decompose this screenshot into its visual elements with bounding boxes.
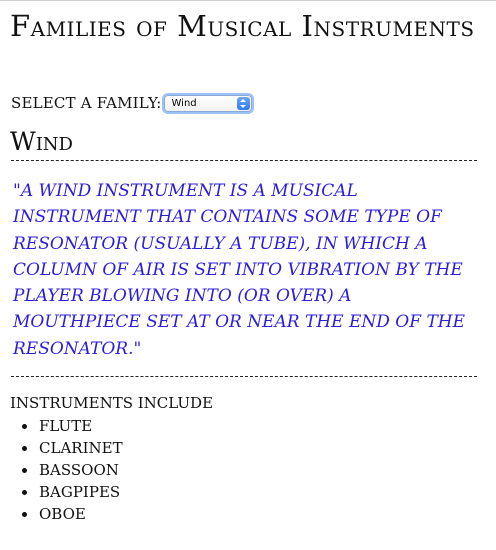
bullet-icon: [22, 511, 27, 517]
family-select[interactable]: Wind: [163, 94, 252, 112]
list-item: Flute: [21, 415, 123, 437]
instrument-name: Flute: [39, 417, 93, 435]
list-item: Bassoon: [21, 459, 123, 481]
family-selector-row: Select a family: Wind: [11, 91, 252, 115]
bullet-icon: [22, 423, 27, 429]
bullet-icon: [22, 445, 27, 451]
select-stepper-icon[interactable]: [236, 96, 250, 110]
bullet-icon: [22, 467, 27, 473]
instrument-name: Bassoon: [39, 461, 119, 479]
bullet-icon: [22, 489, 27, 495]
page: Families of Musical Instruments Select a…: [0, 1, 496, 550]
instruments-heading: Instruments include: [10, 394, 214, 412]
instrument-name: Clarinet: [39, 439, 123, 457]
list-item: Bagpipes: [21, 481, 123, 503]
family-description: "A wind instrument is a musical instrume…: [13, 181, 466, 359]
family-select-value: Wind: [171, 97, 197, 109]
divider-top: [11, 160, 477, 161]
divider-bottom: [11, 376, 477, 377]
instrument-name: Bagpipes: [39, 483, 121, 501]
list-item: Oboe: [21, 503, 123, 525]
family-selector-label: Select a family:: [11, 94, 162, 112]
page-title: Families of Musical Instruments: [10, 9, 475, 43]
family-title: Wind: [10, 127, 73, 156]
list-item: Clarinet: [21, 437, 123, 459]
instrument-list: Flute Clarinet Bassoon Bagpipes Oboe: [21, 415, 123, 525]
instrument-name: Oboe: [39, 505, 86, 523]
